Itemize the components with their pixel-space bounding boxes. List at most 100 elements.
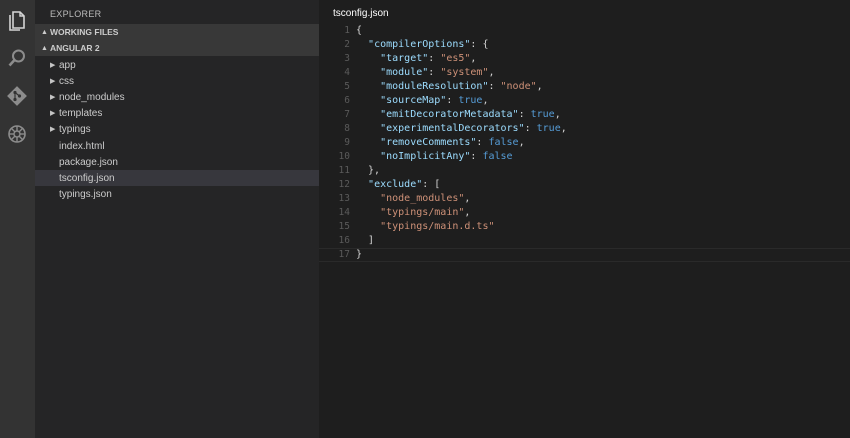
code-token: false xyxy=(482,151,513,162)
code-line[interactable]: 12 "exclude": [ xyxy=(319,178,850,192)
code-token: : xyxy=(470,151,483,162)
code-token: "node_modules" xyxy=(380,193,465,204)
code-token: : xyxy=(428,67,441,78)
code-token: true xyxy=(536,123,561,134)
code-line[interactable]: 14 "typings/main", xyxy=(319,206,850,220)
code-line[interactable]: 16 ] xyxy=(319,234,850,248)
code-token: } xyxy=(356,249,363,260)
activity-bar xyxy=(0,0,35,438)
code-area[interactable]: 1{2 "compilerOptions": {3 "target": "es5… xyxy=(319,24,850,262)
tree-file-index-html[interactable]: index.html xyxy=(35,138,319,154)
code-token: true xyxy=(458,95,483,106)
chevron-right-icon: ▶ xyxy=(50,110,56,117)
files-icon[interactable] xyxy=(6,9,28,31)
code-line[interactable]: 15 "typings/main.d.ts" xyxy=(319,220,850,234)
line-text: "removeComments": false, xyxy=(356,136,525,150)
tree-folder-templates[interactable]: ▶ templates xyxy=(35,105,319,121)
code-token: , xyxy=(536,81,543,92)
tree-file-tsconfig-json[interactable]: tsconfig.json xyxy=(35,170,319,186)
code-token: : { xyxy=(470,39,489,50)
line-text: "emitDecoratorMetadata": true, xyxy=(356,108,561,122)
line-text: "typings/main.d.ts" xyxy=(356,220,494,234)
code-line[interactable]: 2 "compilerOptions": { xyxy=(319,38,850,52)
tree-folder-css[interactable]: ▶ css xyxy=(35,73,319,89)
code-token: "typings/main.d.ts" xyxy=(380,221,495,232)
tree-file-package-json[interactable]: package.json xyxy=(35,154,319,170)
code-line[interactable]: 5 "moduleResolution": "node", xyxy=(319,80,850,94)
tree-folder-app[interactable]: ▶ app xyxy=(35,57,319,73)
code-token: , xyxy=(488,67,495,78)
line-number: 12 xyxy=(338,179,350,190)
working-files-header[interactable]: ▲ WORKING FILES xyxy=(35,24,319,40)
line-number: 16 xyxy=(338,235,350,246)
line-text: "target": "es5", xyxy=(356,52,476,66)
code-line[interactable]: 4 "module": "system", xyxy=(319,66,850,80)
code-token: , xyxy=(464,193,471,204)
collapse-arrow-icon: ▲ xyxy=(41,28,48,36)
line-text: "exclude": [ xyxy=(356,178,440,192)
working-files-label: WORKING FILES xyxy=(50,27,119,37)
tree-file-typings-json[interactable]: typings.json xyxy=(35,186,319,202)
code-token: "node" xyxy=(500,81,537,92)
code-line[interactable]: 7 "emitDecoratorMetadata": true, xyxy=(319,108,850,122)
code-line[interactable]: 9 "removeComments": false, xyxy=(319,136,850,150)
code-token: , xyxy=(464,207,471,218)
code-token: false xyxy=(488,137,519,148)
line-number: 1 xyxy=(344,25,350,36)
line-number: 3 xyxy=(344,53,350,64)
code-line[interactable]: 1{ xyxy=(319,24,850,38)
project-header[interactable]: ▲ ANGULAR 2 xyxy=(35,40,319,56)
explorer-sidebar: EXPLORER ▲ WORKING FILES ▲ ANGULAR 2 ▶ a… xyxy=(35,0,319,438)
line-text: "noImplicitAny": false xyxy=(356,150,513,164)
code-token: "system" xyxy=(440,67,489,78)
editor-pane[interactable]: tsconfig.json 1{2 "compilerOptions": {3 … xyxy=(319,0,850,438)
chevron-right-icon: ▶ xyxy=(50,78,56,85)
tree-folder-node-modules[interactable]: ▶ node_modules xyxy=(35,89,319,105)
code-token: : xyxy=(446,95,459,106)
code-token: : xyxy=(488,81,501,92)
debug-icon[interactable] xyxy=(6,123,28,145)
line-text: "compilerOptions": { xyxy=(356,38,488,52)
code-token: }, xyxy=(356,165,381,176)
git-icon[interactable] xyxy=(6,85,28,107)
code-line[interactable]: 17} xyxy=(319,248,850,262)
code-line[interactable]: 11 }, xyxy=(319,164,850,178)
code-token: "emitDecoratorMetadata" xyxy=(380,109,519,120)
line-text: "node_modules", xyxy=(356,192,470,206)
code-line[interactable]: 8 "experimentalDecorators": true, xyxy=(319,122,850,136)
line-number: 5 xyxy=(344,81,350,92)
code-token: : xyxy=(428,53,441,64)
line-number: 11 xyxy=(338,165,350,176)
code-line[interactable]: 10 "noImplicitAny": false xyxy=(319,150,850,164)
line-number: 17 xyxy=(338,249,350,260)
file-label: tsconfig.json xyxy=(59,172,115,184)
code-line[interactable]: 6 "sourceMap": true, xyxy=(319,94,850,108)
line-number: 2 xyxy=(344,39,350,50)
line-number: 14 xyxy=(338,207,350,218)
code-line[interactable]: 3 "target": "es5", xyxy=(319,52,850,66)
code-line[interactable]: 13 "node_modules", xyxy=(319,192,850,206)
code-token: "compilerOptions" xyxy=(368,39,471,50)
code-token: : xyxy=(476,137,489,148)
editor-tab-title[interactable]: tsconfig.json xyxy=(333,8,389,19)
line-text: "typings/main", xyxy=(356,206,470,220)
code-token: "target" xyxy=(380,53,429,64)
code-token: "typings/main" xyxy=(380,207,465,218)
code-token: "experimentalDecorators" xyxy=(380,123,525,134)
search-icon[interactable] xyxy=(6,47,28,69)
line-number: 4 xyxy=(344,67,350,78)
code-token: : [ xyxy=(422,179,441,190)
file-label: index.html xyxy=(59,140,105,152)
folder-label: typings xyxy=(59,123,91,135)
folder-label: app xyxy=(59,59,76,71)
tree-folder-typings[interactable]: ▶ typings xyxy=(35,121,319,137)
